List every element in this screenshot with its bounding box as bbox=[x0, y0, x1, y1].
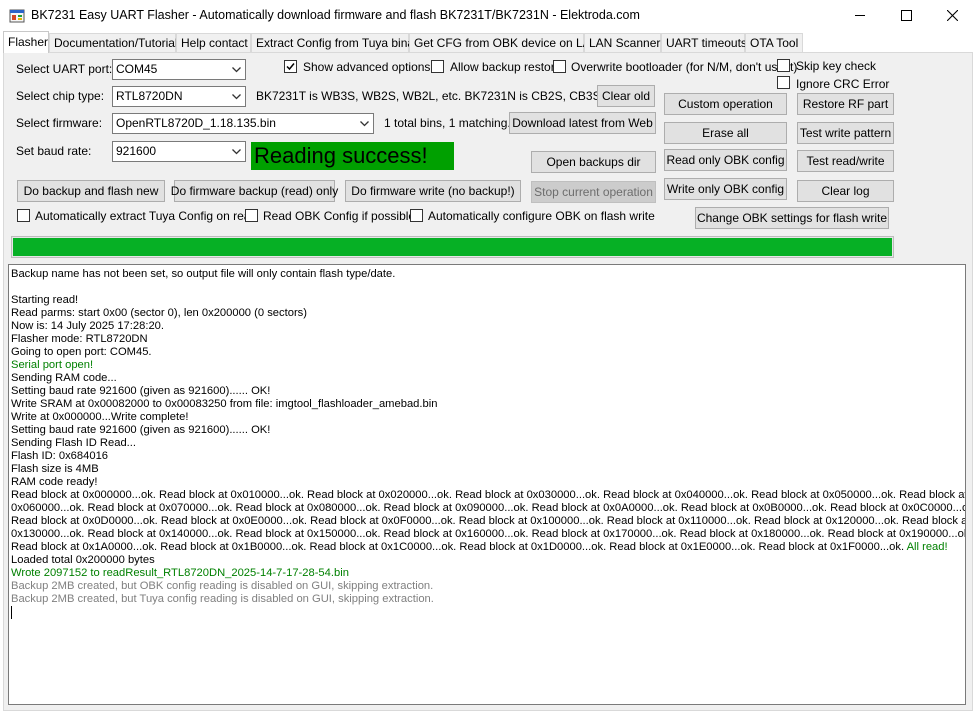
log-line: Flash ID: 0x684016 bbox=[11, 450, 109, 462]
log-line: Read block at 0x000000...ok. Read block … bbox=[11, 489, 966, 501]
text-caret bbox=[11, 606, 12, 619]
status-banner: Reading success! bbox=[251, 142, 454, 170]
log-line: Sending Flash ID Read... bbox=[11, 437, 136, 449]
close-icon bbox=[946, 10, 958, 21]
uart-port-value: COM45 bbox=[116, 62, 158, 76]
chevron-down-icon bbox=[228, 60, 245, 79]
log-line: Setting baud rate 921600 (given as 92160… bbox=[11, 385, 271, 397]
log-line: Read parms: start 0x00 (sector 0), len 0… bbox=[11, 307, 307, 319]
log-line: Going to open port: COM45. bbox=[11, 346, 152, 358]
auto-extract-tuya-checkbox[interactable] bbox=[17, 209, 30, 222]
chevron-down-icon bbox=[356, 114, 373, 133]
custom-operation-button[interactable]: Custom operation bbox=[664, 93, 787, 115]
tab-flasher[interactable]: Flasher bbox=[3, 31, 49, 53]
firmware-label: Select firmware: bbox=[16, 116, 103, 130]
skip-key-check-checkbox[interactable] bbox=[777, 59, 790, 72]
chip-type-label: Select chip type: bbox=[16, 89, 105, 103]
tab-lan-scanner[interactable]: LAN Scanner bbox=[584, 33, 661, 52]
log-line: Loaded total 0x200000 bytes bbox=[11, 554, 155, 566]
stop-operation-button[interactable]: Stop current operation bbox=[531, 181, 656, 203]
test-write-pattern-button[interactable]: Test write pattern bbox=[797, 122, 894, 144]
overwrite-bootloader-checkbox[interactable] bbox=[553, 60, 566, 73]
firmware-value: OpenRTL8720D_1.18.135.bin bbox=[116, 116, 276, 130]
chevron-down-icon bbox=[228, 142, 245, 161]
log-line: Setting baud rate 921600 (given as 92160… bbox=[11, 424, 271, 436]
firmware-backup-button[interactable]: Do firmware backup (read) only bbox=[171, 180, 338, 202]
log-line: Backup name has not been set, so output … bbox=[11, 268, 396, 280]
tab-extract-config[interactable]: Extract Config from Tuya binary bbox=[251, 33, 424, 52]
maximize-icon bbox=[900, 10, 912, 21]
clear-old-button[interactable]: Clear old bbox=[597, 85, 655, 107]
minimize-icon bbox=[854, 10, 866, 21]
window-title: BK7231 Easy UART Flasher - Automatically… bbox=[31, 8, 640, 22]
log-line: Wrote 2097152 to readResult_RTL8720DN_20… bbox=[11, 567, 349, 579]
log-line: Backup 2MB created, but OBK config readi… bbox=[11, 580, 434, 592]
tab-ota-tool[interactable]: OTA Tool bbox=[745, 33, 803, 52]
firmware-write-button[interactable]: Do firmware write (no backup!) bbox=[345, 180, 521, 202]
status-text: Reading success! bbox=[254, 143, 428, 168]
progress-fill bbox=[13, 238, 892, 256]
read-obk-config-checkbox[interactable] bbox=[245, 209, 258, 222]
auto-configure-obk-checkbox[interactable] bbox=[410, 209, 423, 222]
read-only-obk-button[interactable]: Read only OBK config bbox=[664, 149, 787, 171]
log-output[interactable]: Backup name has not been set, so output … bbox=[8, 264, 966, 705]
open-backups-button[interactable]: Open backups dir bbox=[531, 151, 656, 173]
log-line: 0x130000...ok. Read block at 0x140000...… bbox=[11, 528, 966, 540]
check-icon bbox=[286, 63, 295, 71]
log-line: Flasher mode: RTL8720DN bbox=[11, 333, 148, 345]
clear-log-button[interactable]: Clear log bbox=[797, 180, 894, 202]
auto-configure-obk-label: Automatically configure OBK on flash wri… bbox=[428, 209, 655, 223]
log-line: Write SRAM at 0x00082000 to 0x00083250 f… bbox=[11, 398, 438, 410]
log-line: Read block at 0x0D0000...ok. Read block … bbox=[11, 515, 966, 527]
show-advanced-label: Show advanced options bbox=[303, 60, 431, 74]
log-line: Starting read! bbox=[11, 294, 79, 306]
uart-port-select[interactable]: COM45 bbox=[112, 59, 246, 80]
firmware-info-text: 1 total bins, 1 matching. bbox=[384, 116, 511, 130]
test-read-write-button[interactable]: Test read/write bbox=[797, 150, 894, 172]
show-advanced-checkbox[interactable] bbox=[284, 60, 297, 73]
log-line: Write at 0x000000...Write complete! bbox=[11, 411, 189, 423]
read-obk-config-label: Read OBK Config if possible bbox=[263, 209, 416, 223]
tab-help-contact[interactable]: Help contact bbox=[176, 33, 251, 52]
allow-backup-restore-label: Allow backup restore bbox=[450, 60, 562, 74]
progress-bar bbox=[11, 236, 894, 258]
change-obk-settings-button[interactable]: Change OBK settings for flash write bbox=[695, 207, 889, 229]
tab-documentation[interactable]: Documentation/Tutorials bbox=[49, 33, 184, 52]
chevron-down-icon bbox=[228, 87, 245, 106]
log-line: 0x060000...ok. Read block at 0x070000...… bbox=[11, 502, 966, 514]
log-line: Now is: 14 July 2025 17:28:20. bbox=[11, 320, 164, 332]
chip-type-select[interactable]: RTL8720DN bbox=[112, 86, 246, 107]
erase-all-button[interactable]: Erase all bbox=[664, 122, 787, 144]
overwrite-bootloader-label: Overwrite bootloader (for N/M, don't use… bbox=[571, 60, 798, 74]
log-line: Sending RAM code... bbox=[11, 372, 117, 384]
allow-backup-restore-checkbox[interactable] bbox=[431, 60, 444, 73]
tab-uart-timeouts[interactable]: UART timeouts bbox=[661, 33, 747, 52]
log-line: Serial port open! bbox=[11, 359, 94, 371]
uart-port-label: Select UART port: bbox=[16, 62, 113, 76]
minimize-button[interactable] bbox=[837, 0, 883, 31]
baud-rate-value: 921600 bbox=[116, 144, 157, 158]
log-line: RAM code ready! bbox=[11, 476, 98, 488]
baud-rate-label: Set baud rate: bbox=[16, 144, 92, 158]
ignore-crc-label: Ignore CRC Error bbox=[796, 77, 890, 91]
download-latest-button[interactable]: Download latest from Web bbox=[509, 112, 656, 134]
close-button[interactable] bbox=[929, 0, 975, 31]
log-line: Read block at 0x1A0000...ok. Read block … bbox=[11, 541, 948, 553]
chip-info-text: BK7231T is WB3S, WB2S, WB2L, etc. BK7231… bbox=[256, 89, 624, 103]
maximize-button[interactable] bbox=[883, 0, 929, 31]
firmware-select[interactable]: OpenRTL8720D_1.18.135.bin bbox=[112, 113, 374, 134]
restore-rf-button[interactable]: Restore RF part bbox=[797, 93, 894, 115]
ignore-crc-checkbox[interactable] bbox=[777, 76, 790, 89]
write-only-obk-button[interactable]: Write only OBK config bbox=[664, 178, 787, 200]
baud-rate-select[interactable]: 921600 bbox=[112, 141, 246, 162]
log-line: Backup 2MB created, but Tuya config read… bbox=[11, 593, 434, 605]
skip-key-check-label: Skip key check bbox=[796, 59, 877, 73]
tab-get-cfg[interactable]: Get CFG from OBK device on LAN bbox=[409, 33, 599, 52]
log-line: Flash size is 4MB bbox=[11, 463, 99, 475]
app-icon bbox=[9, 8, 25, 24]
auto-extract-tuya-label: Automatically extract Tuya Config on rea… bbox=[35, 209, 258, 223]
backup-and-flash-button[interactable]: Do backup and flash new bbox=[17, 180, 165, 202]
chip-type-value: RTL8720DN bbox=[116, 89, 183, 103]
